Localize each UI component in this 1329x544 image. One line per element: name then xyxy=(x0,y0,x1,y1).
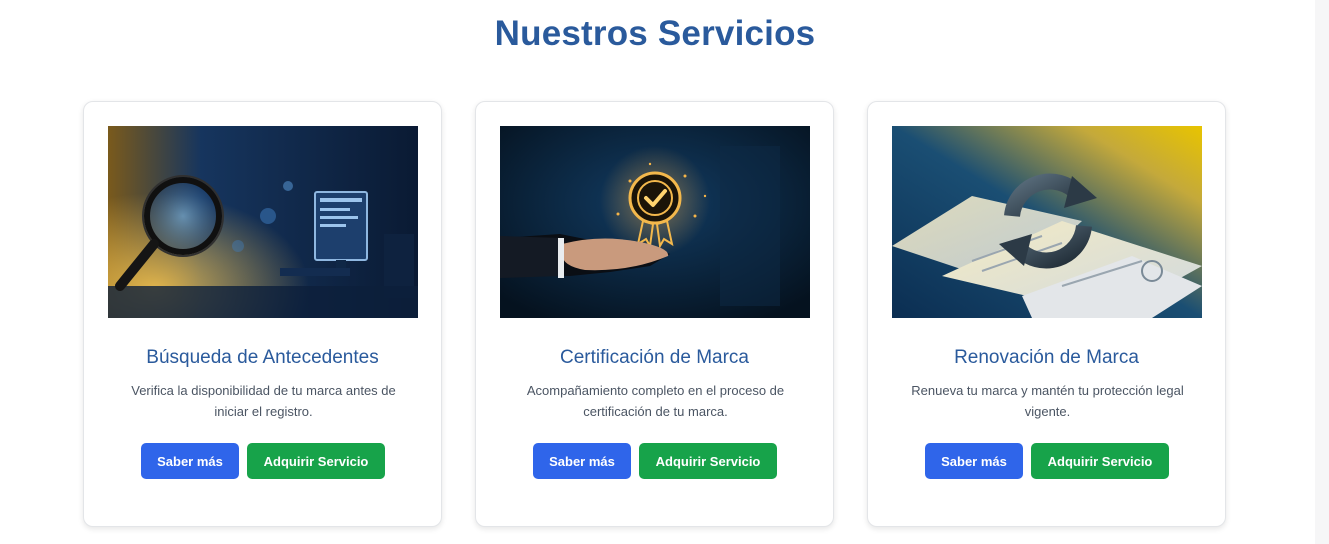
card-title: Renovación de Marca xyxy=(954,347,1139,368)
acquire-service-button[interactable]: Adquirir Servicio xyxy=(247,443,385,479)
service-card-certificacion: Certificación de Marca Acompañamiento co… xyxy=(475,101,834,527)
section-title: Nuestros Servicios xyxy=(494,14,816,53)
renewal-service-image xyxy=(892,126,1202,318)
learn-more-button[interactable]: Saber más xyxy=(533,443,631,479)
acquire-service-button[interactable]: Adquirir Servicio xyxy=(1031,443,1169,479)
card-title: Certificación de Marca xyxy=(559,347,750,368)
scrollbar-track[interactable] xyxy=(1315,0,1329,544)
search-service-image xyxy=(108,126,418,318)
acquire-service-button[interactable]: Adquirir Servicio xyxy=(639,443,777,479)
service-card-renovacion: Renovación de Marca Renueva tu marca y m… xyxy=(867,101,1226,527)
learn-more-button[interactable]: Saber más xyxy=(925,443,1023,479)
card-title: Búsqueda de Antecedentes xyxy=(146,347,379,368)
card-description: Acompañamiento completo en el proceso de… xyxy=(526,383,785,419)
card-description: Verifica la disponibilidad de tu marca a… xyxy=(131,383,396,419)
learn-more-button[interactable]: Saber más xyxy=(141,443,239,479)
service-card-busqueda: Búsqueda de Antecedentes Verifica la dis… xyxy=(83,101,442,527)
certification-service-image xyxy=(500,126,810,318)
card-description: Renueva tu marca y mantén tu protección … xyxy=(911,383,1184,419)
